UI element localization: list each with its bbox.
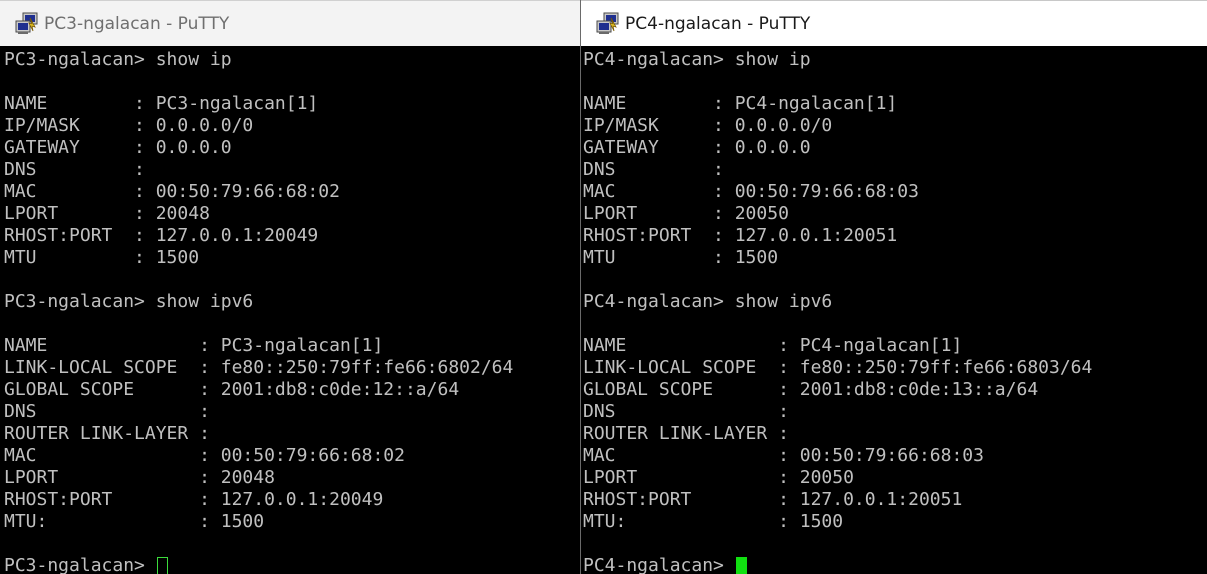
terminal-line: ROUTER LINK-LAYER :: [583, 423, 789, 444]
putty-window-pc3[interactable]: PC3-ngalacan - PuTTY PC3-ngalacan> show …: [0, 0, 581, 574]
text-cursor: [735, 556, 747, 574]
terminal-line: LPORT : 20048: [4, 203, 210, 224]
terminal-line: DNS :: [4, 159, 145, 180]
terminal-line: MTU : 1500: [583, 247, 779, 268]
terminal-line: GATEWAY : 0.0.0.0: [583, 137, 811, 158]
putty-icon: [595, 12, 621, 36]
terminal-line: LPORT : 20048: [4, 467, 275, 488]
terminal-line: ROUTER LINK-LAYER :: [4, 423, 210, 444]
putty-window-pc4[interactable]: PC4-ngalacan - PuTTY PC4-ngalacan> show …: [581, 0, 1207, 574]
terminal-line: RHOST:PORT : 127.0.0.1:20051: [583, 489, 963, 510]
terminal-line: GLOBAL SCOPE : 2001:db8:c0de:12::a/64: [4, 379, 460, 400]
terminal-line: PC4-ngalacan> show ipv6: [583, 291, 833, 312]
terminal-line: DNS :: [583, 159, 724, 180]
terminal-line: LPORT : 20050: [583, 467, 854, 488]
terminal-output[interactable]: PC4-ngalacan> show ip NAME : PC4-ngalacan…: [581, 46, 1207, 574]
terminal-line: RHOST:PORT : 127.0.0.1:20051: [583, 225, 898, 246]
prompt-line[interactable]: PC3-ngalacan>: [4, 555, 580, 574]
terminal-line: MTU: : 1500: [4, 511, 265, 532]
terminal-line: NAME : PC3-ngalacan[1]: [4, 335, 384, 356]
terminal-line: GATEWAY : 0.0.0.0: [4, 137, 232, 158]
terminal-line: PC4-ngalacan> show ip: [583, 49, 811, 70]
terminal-line: PC3-ngalacan> show ipv6: [4, 291, 254, 312]
window-title: PC3-ngalacan - PuTTY: [44, 13, 230, 34]
terminal-line: LPORT : 20050: [583, 203, 789, 224]
terminal-line: IP/MASK : 0.0.0.0/0: [583, 115, 833, 136]
terminal-line: RHOST:PORT : 127.0.0.1:20049: [4, 225, 319, 246]
terminal-line: NAME : PC4-ngalacan[1]: [583, 93, 898, 114]
putty-icon: [14, 12, 40, 36]
command-prompt: PC4-ngalacan>: [583, 555, 735, 574]
terminal-line: MAC : 00:50:79:66:68:02: [4, 181, 340, 202]
window-titlebar[interactable]: PC4-ngalacan - PuTTY: [581, 0, 1207, 46]
terminal-line: MAC : 00:50:79:66:68:03: [583, 181, 919, 202]
terminal-line: LINK-LOCAL SCOPE : fe80::250:79ff:fe66:6…: [4, 357, 514, 378]
terminal-line: RHOST:PORT : 127.0.0.1:20049: [4, 489, 384, 510]
terminal-line: GLOBAL SCOPE : 2001:db8:c0de:13::a/64: [583, 379, 1039, 400]
terminal-line: NAME : PC3-ngalacan[1]: [4, 93, 319, 114]
terminal-line: MTU: : 1500: [583, 511, 844, 532]
window-title: PC4-ngalacan - PuTTY: [625, 13, 811, 34]
prompt-line[interactable]: PC4-ngalacan>: [583, 555, 1207, 574]
terminal-line: IP/MASK : 0.0.0.0/0: [4, 115, 254, 136]
terminal-line: DNS :: [583, 401, 789, 422]
command-prompt: PC3-ngalacan>: [4, 555, 156, 574]
terminal-line: MTU : 1500: [4, 247, 200, 268]
text-cursor: [156, 556, 168, 574]
terminal-line: MAC : 00:50:79:66:68:03: [583, 445, 984, 466]
terminal-line: NAME : PC4-ngalacan[1]: [583, 335, 963, 356]
terminal-output[interactable]: PC3-ngalacan> show ip NAME : PC3-ngalacan…: [0, 46, 580, 574]
terminal-line: MAC : 00:50:79:66:68:02: [4, 445, 405, 466]
terminal-line: PC3-ngalacan> show ip: [4, 49, 232, 70]
terminal-line: DNS :: [4, 401, 210, 422]
terminal-line: LINK-LOCAL SCOPE : fe80::250:79ff:fe66:6…: [583, 357, 1093, 378]
window-titlebar[interactable]: PC3-ngalacan - PuTTY: [0, 0, 580, 46]
